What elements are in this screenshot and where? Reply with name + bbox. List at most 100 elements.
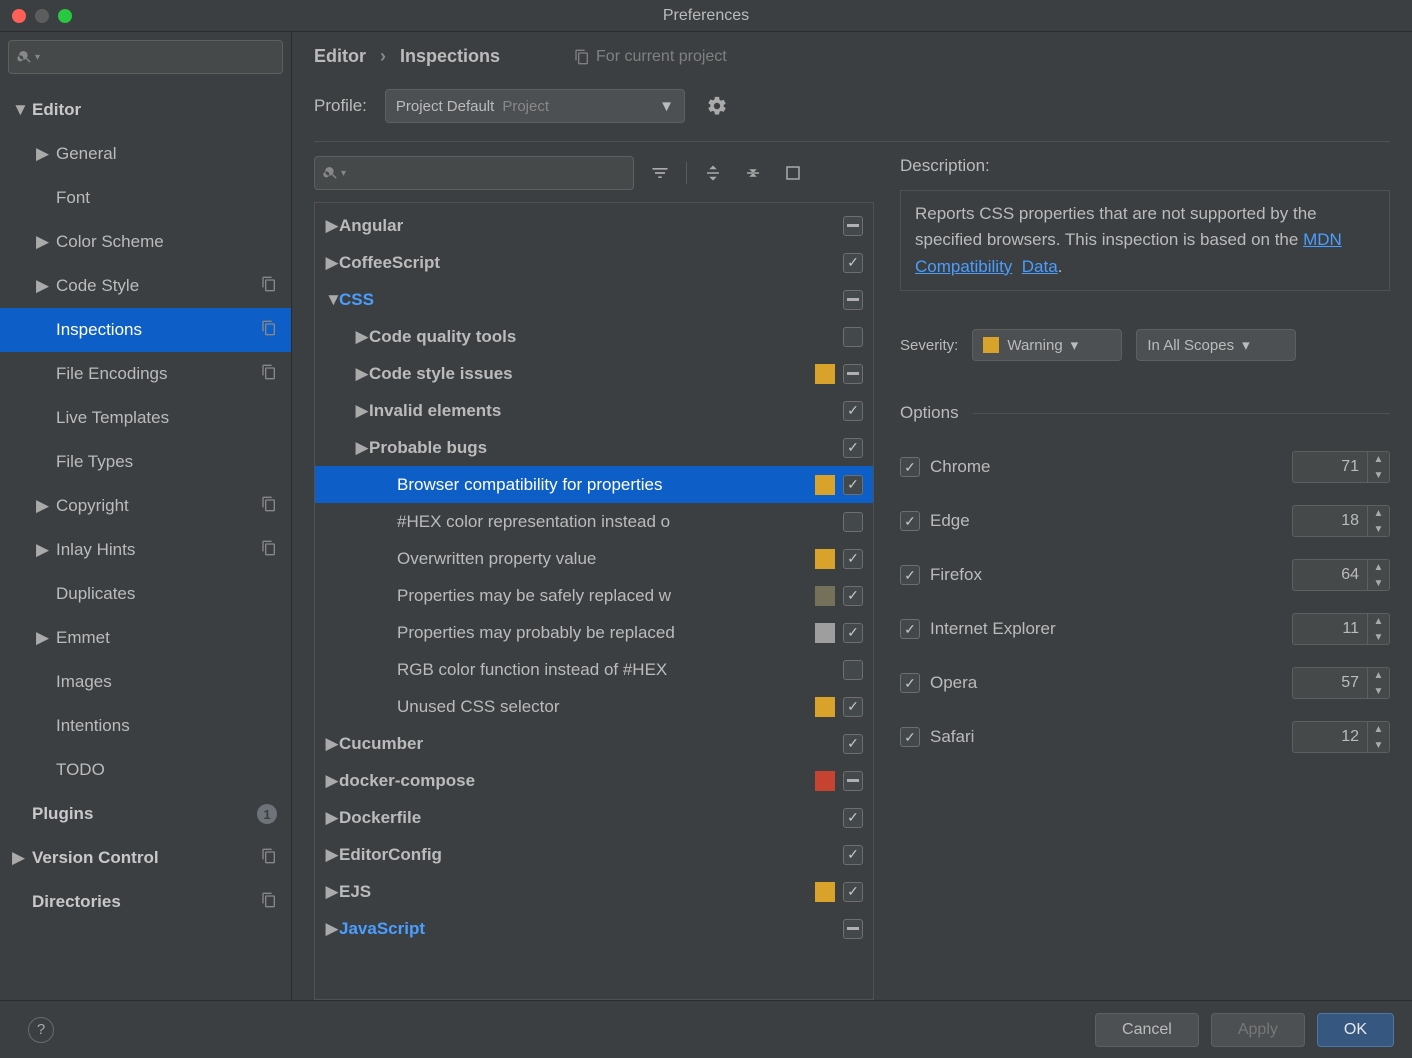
inspection-row[interactable]: ▶Code style issues bbox=[315, 355, 873, 392]
inspection-search-input[interactable]: ▾ bbox=[314, 156, 634, 190]
stepper-up-icon[interactable]: ▲ bbox=[1368, 613, 1389, 629]
profile-combo[interactable]: Project Default Project ▼ bbox=[385, 89, 685, 123]
inspection-checkbox[interactable] bbox=[843, 364, 863, 384]
inspection-row[interactable]: Browser compatibility for properties bbox=[315, 466, 873, 503]
browser-checkbox[interactable] bbox=[900, 619, 920, 639]
browser-version-input[interactable] bbox=[1293, 566, 1367, 584]
ok-button[interactable]: OK bbox=[1317, 1013, 1394, 1047]
inspection-row[interactable]: ▼CSS bbox=[315, 281, 873, 318]
sidebar-item-version-control[interactable]: ▶Version Control bbox=[0, 836, 291, 880]
inspection-checkbox[interactable] bbox=[843, 549, 863, 569]
inspection-checkbox[interactable] bbox=[843, 586, 863, 606]
inspection-checkbox[interactable] bbox=[843, 882, 863, 902]
stepper-down-icon[interactable]: ▼ bbox=[1368, 467, 1389, 483]
mdn-link-2[interactable]: Data bbox=[1022, 257, 1058, 276]
sidebar-search-input[interactable]: ▾ bbox=[8, 40, 283, 74]
sidebar-item-images[interactable]: Images bbox=[0, 660, 291, 704]
inspection-row[interactable]: ▶Cucumber bbox=[315, 725, 873, 762]
inspection-checkbox[interactable] bbox=[843, 438, 863, 458]
stepper-down-icon[interactable]: ▼ bbox=[1368, 683, 1389, 699]
inspection-checkbox[interactable] bbox=[843, 734, 863, 754]
sidebar-item-intentions[interactable]: Intentions bbox=[0, 704, 291, 748]
sidebar-item-file-types[interactable]: File Types bbox=[0, 440, 291, 484]
browser-version-stepper[interactable]: ▲▼ bbox=[1292, 667, 1390, 699]
inspection-checkbox[interactable] bbox=[843, 512, 863, 532]
filter-icon[interactable] bbox=[646, 159, 674, 187]
inspection-row[interactable]: ▶EJS bbox=[315, 873, 873, 910]
stepper-down-icon[interactable]: ▼ bbox=[1368, 521, 1389, 537]
reset-icon[interactable] bbox=[779, 159, 807, 187]
browser-version-stepper[interactable]: ▲▼ bbox=[1292, 613, 1390, 645]
expand-all-icon[interactable] bbox=[699, 159, 727, 187]
sidebar-item-plugins[interactable]: Plugins1 bbox=[0, 792, 291, 836]
inspection-checkbox[interactable] bbox=[843, 253, 863, 273]
cancel-button[interactable]: Cancel bbox=[1095, 1013, 1199, 1047]
stepper-up-icon[interactable]: ▲ bbox=[1368, 667, 1389, 683]
stepper-down-icon[interactable]: ▼ bbox=[1368, 737, 1389, 753]
browser-version-stepper[interactable]: ▲▼ bbox=[1292, 451, 1390, 483]
collapse-all-icon[interactable] bbox=[739, 159, 767, 187]
sidebar-item-directories[interactable]: Directories bbox=[0, 880, 291, 924]
inspection-checkbox[interactable] bbox=[843, 216, 863, 236]
browser-version-input[interactable] bbox=[1293, 458, 1367, 476]
inspection-row[interactable]: ▶Probable bugs bbox=[315, 429, 873, 466]
browser-version-input[interactable] bbox=[1293, 728, 1367, 746]
inspection-row[interactable]: Properties may be safely replaced w bbox=[315, 577, 873, 614]
inspection-row[interactable]: ▶JavaScript bbox=[315, 910, 873, 947]
help-button[interactable]: ? bbox=[28, 1017, 54, 1043]
inspection-row[interactable]: ▶Invalid elements bbox=[315, 392, 873, 429]
inspection-checkbox[interactable] bbox=[843, 919, 863, 939]
inspection-checkbox[interactable] bbox=[843, 771, 863, 791]
browser-version-input[interactable] bbox=[1293, 620, 1367, 638]
inspection-checkbox[interactable] bbox=[843, 660, 863, 680]
sidebar-item-color-scheme[interactable]: ▶Color Scheme bbox=[0, 220, 291, 264]
stepper-down-icon[interactable]: ▼ bbox=[1368, 629, 1389, 645]
sidebar-item-emmet[interactable]: ▶Emmet bbox=[0, 616, 291, 660]
inspection-row[interactable]: ▶EditorConfig bbox=[315, 836, 873, 873]
stepper-up-icon[interactable]: ▲ bbox=[1368, 559, 1389, 575]
inspection-row[interactable]: ▶docker-compose bbox=[315, 762, 873, 799]
browser-version-stepper[interactable]: ▲▼ bbox=[1292, 721, 1390, 753]
inspection-checkbox[interactable] bbox=[843, 697, 863, 717]
browser-version-stepper[interactable]: ▲▼ bbox=[1292, 505, 1390, 537]
breadcrumb-editor[interactable]: Editor bbox=[314, 46, 366, 67]
browser-checkbox[interactable] bbox=[900, 673, 920, 693]
inspection-row[interactable]: Overwritten property value bbox=[315, 540, 873, 577]
inspection-tree[interactable]: ▶Angular▶CoffeeScript▼CSS▶Code quality t… bbox=[314, 202, 874, 1000]
severity-combo[interactable]: Warning ▾ bbox=[972, 329, 1122, 361]
sidebar-item-general[interactable]: ▶General bbox=[0, 132, 291, 176]
sidebar-item-file-encodings[interactable]: File Encodings bbox=[0, 352, 291, 396]
browser-checkbox[interactable] bbox=[900, 727, 920, 747]
browser-checkbox[interactable] bbox=[900, 565, 920, 585]
sidebar-item-copyright[interactable]: ▶Copyright bbox=[0, 484, 291, 528]
sidebar-item-font[interactable]: Font bbox=[0, 176, 291, 220]
stepper-up-icon[interactable]: ▲ bbox=[1368, 505, 1389, 521]
stepper-up-icon[interactable]: ▲ bbox=[1368, 721, 1389, 737]
inspection-checkbox[interactable] bbox=[843, 808, 863, 828]
inspection-checkbox[interactable] bbox=[843, 623, 863, 643]
inspection-checkbox[interactable] bbox=[843, 290, 863, 310]
inspection-row[interactable]: Unused CSS selector bbox=[315, 688, 873, 725]
browser-version-stepper[interactable]: ▲▼ bbox=[1292, 559, 1390, 591]
inspection-row[interactable]: RGB color function instead of #HEX bbox=[315, 651, 873, 688]
stepper-up-icon[interactable]: ▲ bbox=[1368, 451, 1389, 467]
sidebar-item-duplicates[interactable]: Duplicates bbox=[0, 572, 291, 616]
apply-button[interactable]: Apply bbox=[1211, 1013, 1305, 1047]
inspection-checkbox[interactable] bbox=[843, 327, 863, 347]
scope-combo[interactable]: In All Scopes ▾ bbox=[1136, 329, 1296, 361]
stepper-down-icon[interactable]: ▼ bbox=[1368, 575, 1389, 591]
sidebar-item-inspections[interactable]: Inspections bbox=[0, 308, 291, 352]
browser-version-input[interactable] bbox=[1293, 512, 1367, 530]
browser-checkbox[interactable] bbox=[900, 457, 920, 477]
gear-icon[interactable] bbox=[703, 92, 731, 120]
inspection-row[interactable]: ▶Angular bbox=[315, 207, 873, 244]
inspection-row[interactable]: ▶Dockerfile bbox=[315, 799, 873, 836]
sidebar-item-inlay-hints[interactable]: ▶Inlay Hints bbox=[0, 528, 291, 572]
sidebar-item-code-style[interactable]: ▶Code Style bbox=[0, 264, 291, 308]
inspection-row[interactable]: ▶CoffeeScript bbox=[315, 244, 873, 281]
inspection-checkbox[interactable] bbox=[843, 845, 863, 865]
inspection-row[interactable]: #HEX color representation instead o bbox=[315, 503, 873, 540]
sidebar-item-todo[interactable]: TODO bbox=[0, 748, 291, 792]
sidebar-item-live-templates[interactable]: Live Templates bbox=[0, 396, 291, 440]
inspection-checkbox[interactable] bbox=[843, 475, 863, 495]
